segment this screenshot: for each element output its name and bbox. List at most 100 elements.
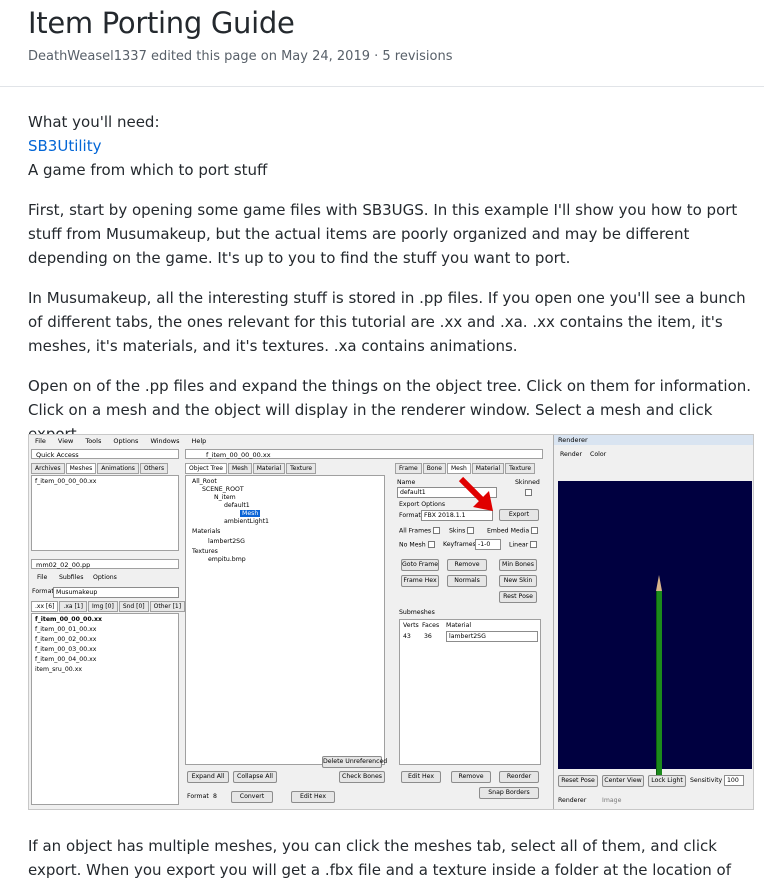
new-skin-button[interactable]: New Skin bbox=[499, 575, 537, 587]
tab-others[interactable]: Others bbox=[139, 463, 169, 474]
list-item[interactable]: f_item_00_03_00.xx bbox=[35, 646, 96, 653]
submesh-remove-button[interactable]: Remove bbox=[451, 771, 491, 783]
menu-windows[interactable]: Windows bbox=[150, 437, 179, 445]
submesh-edit-hex-button[interactable]: Edit Hex bbox=[401, 771, 441, 783]
rest-pose-button[interactable]: Rest Pose bbox=[499, 591, 537, 603]
delete-unreferenced-button[interactable]: Delete Unreferenced bbox=[322, 756, 387, 768]
tab-bone[interactable]: Bone bbox=[422, 463, 446, 474]
export-button[interactable]: Export bbox=[499, 509, 539, 521]
pp-menu-file[interactable]: File bbox=[37, 574, 47, 581]
lock-light-button[interactable]: Lock Light bbox=[648, 775, 686, 787]
menu-file[interactable]: File bbox=[35, 437, 46, 445]
tab-frame[interactable]: Frame bbox=[395, 463, 422, 474]
no-mesh-checkbox[interactable] bbox=[427, 541, 435, 548]
pp-menu-subfiles[interactable]: Subfiles bbox=[59, 574, 83, 581]
convert-button[interactable]: Convert bbox=[231, 791, 273, 803]
expand-all-button[interactable]: Expand All bbox=[187, 771, 229, 783]
xx-format-value: 8 bbox=[213, 793, 217, 800]
linear-checkbox[interactable] bbox=[530, 541, 538, 548]
pp-format-select[interactable]: Musumakeup bbox=[53, 587, 179, 598]
all-frames-checkbox[interactable] bbox=[433, 527, 441, 534]
paragraph-2: In Musumakeup, all the interesting stuff… bbox=[28, 289, 746, 355]
tab-meshes[interactable]: Meshes bbox=[65, 463, 97, 474]
pp-tabs: .xx [6] .xa [1] Img [0] Snd [0] Other [1… bbox=[31, 601, 186, 612]
tab-xa[interactable]: .xa [1] bbox=[59, 601, 87, 612]
list-item[interactable]: f_item_00_01_00.xx bbox=[35, 626, 96, 633]
center-view-button[interactable]: Center View bbox=[602, 775, 644, 787]
sb3utility-link[interactable]: SB3Utility bbox=[28, 134, 101, 158]
tab-img[interactable]: Img [0] bbox=[87, 601, 118, 612]
cell-material-select[interactable]: lambert2SG bbox=[446, 631, 538, 642]
tab-material-props[interactable]: Material bbox=[471, 463, 505, 474]
tree-node-selected[interactable]: Mesh bbox=[240, 510, 261, 517]
tab-material[interactable]: Material bbox=[252, 463, 286, 474]
tree-node[interactable]: default1 bbox=[224, 502, 250, 509]
tree-node[interactable]: Textures bbox=[192, 548, 218, 555]
props-tabs: Frame Bone Mesh Material Texture bbox=[395, 463, 536, 474]
skinned-label: Skinned bbox=[515, 479, 540, 486]
list-item[interactable]: f_item_00_04_00.xx bbox=[35, 656, 96, 663]
frame-hex-button[interactable]: Frame Hex bbox=[401, 575, 439, 587]
tree-node[interactable]: ambientLight1 bbox=[224, 518, 269, 525]
tree-node[interactable]: empitu.bmp bbox=[208, 556, 246, 563]
normals-button[interactable]: Normals bbox=[447, 575, 487, 587]
embed-media-label: Embed Media bbox=[487, 527, 539, 535]
tab-archives[interactable]: Archives bbox=[31, 463, 65, 474]
xx-window-title: f_item_00_00_00.xx bbox=[185, 449, 543, 459]
renderer-menu-render[interactable]: Render bbox=[560, 451, 582, 458]
tab-xx[interactable]: .xx [6] bbox=[31, 601, 59, 612]
tree-node[interactable]: Materials bbox=[192, 528, 220, 535]
needs-heading: What you'll need: bbox=[28, 113, 160, 131]
list-item[interactable]: f_item_00_00_00.xx bbox=[35, 478, 96, 485]
tab-animations[interactable]: Animations bbox=[97, 463, 139, 474]
keyframes-field[interactable]: -1-0 bbox=[475, 539, 501, 550]
collapse-all-button[interactable]: Collapse All bbox=[233, 771, 277, 783]
sensitivity-field[interactable]: 100 bbox=[724, 775, 744, 786]
pp-menu-options[interactable]: Options bbox=[93, 574, 117, 581]
menu-help[interactable]: Help bbox=[191, 437, 206, 445]
renderer-menu-color[interactable]: Color bbox=[590, 451, 606, 458]
tree-node[interactable]: SCENE_ROOT bbox=[202, 486, 244, 493]
tree-node[interactable]: All_Root bbox=[192, 478, 217, 485]
list-item[interactable]: f_item_00_02_00.xx bbox=[35, 636, 96, 643]
renderer-bottom-tab[interactable]: Renderer bbox=[558, 797, 586, 804]
tab-mesh[interactable]: Mesh bbox=[227, 463, 252, 474]
page-meta: DeathWeasel1337 edited this page on May … bbox=[28, 49, 453, 64]
tab-mesh-props[interactable]: Mesh bbox=[446, 463, 471, 474]
tab-object-tree[interactable]: Object Tree bbox=[185, 463, 227, 474]
tab-texture[interactable]: Texture bbox=[286, 463, 317, 474]
remove-button[interactable]: Remove bbox=[447, 559, 487, 571]
tab-other[interactable]: Other [1] bbox=[149, 601, 186, 612]
pencil-tip-icon bbox=[656, 575, 662, 591]
reorder-button[interactable]: Reorder bbox=[499, 771, 539, 783]
image-bottom-tab[interactable]: Image bbox=[602, 797, 621, 804]
col-verts: Verts bbox=[403, 622, 419, 629]
min-bones-button[interactable]: Min Bones bbox=[499, 559, 537, 571]
render-viewport[interactable] bbox=[558, 481, 752, 775]
needs-item: A game from which to port stuff bbox=[28, 161, 268, 179]
menu-tools[interactable]: Tools bbox=[85, 437, 101, 445]
cell-verts: 43 bbox=[403, 633, 411, 640]
xx-format-label: Format bbox=[187, 793, 209, 800]
export-options-label: Export Options bbox=[399, 501, 446, 508]
xx-tabs: Object Tree Mesh Material Texture bbox=[185, 463, 317, 474]
export-format-select[interactable]: FBX 2018.1.1 bbox=[421, 510, 493, 521]
renderer-title: Renderer bbox=[554, 435, 753, 445]
edit-hex-button[interactable]: Edit Hex bbox=[291, 791, 335, 803]
skinned-checkbox[interactable] bbox=[525, 489, 532, 496]
tab-texture-props[interactable]: Texture bbox=[505, 463, 536, 474]
check-bones-button[interactable]: Check Bones bbox=[339, 771, 385, 783]
tree-node[interactable]: lambert2SG bbox=[208, 538, 245, 545]
reset-pose-button[interactable]: Reset Pose bbox=[558, 775, 598, 787]
menu-view[interactable]: View bbox=[58, 437, 73, 445]
snap-borders-button[interactable]: Snap Borders bbox=[479, 787, 539, 799]
goto-frame-button[interactable]: Goto Frame bbox=[401, 559, 439, 571]
list-item[interactable]: f_item_00_00_00.xx bbox=[35, 616, 102, 623]
embed-media-checkbox[interactable] bbox=[531, 527, 539, 534]
tab-snd[interactable]: Snd [0] bbox=[118, 601, 149, 612]
tree-node[interactable]: N_item bbox=[214, 494, 236, 501]
pp-format-label: Format bbox=[32, 588, 54, 595]
menu-options[interactable]: Options bbox=[113, 437, 138, 445]
skins-checkbox[interactable] bbox=[467, 527, 475, 534]
list-item[interactable]: item_sru_00.xx bbox=[35, 666, 82, 673]
